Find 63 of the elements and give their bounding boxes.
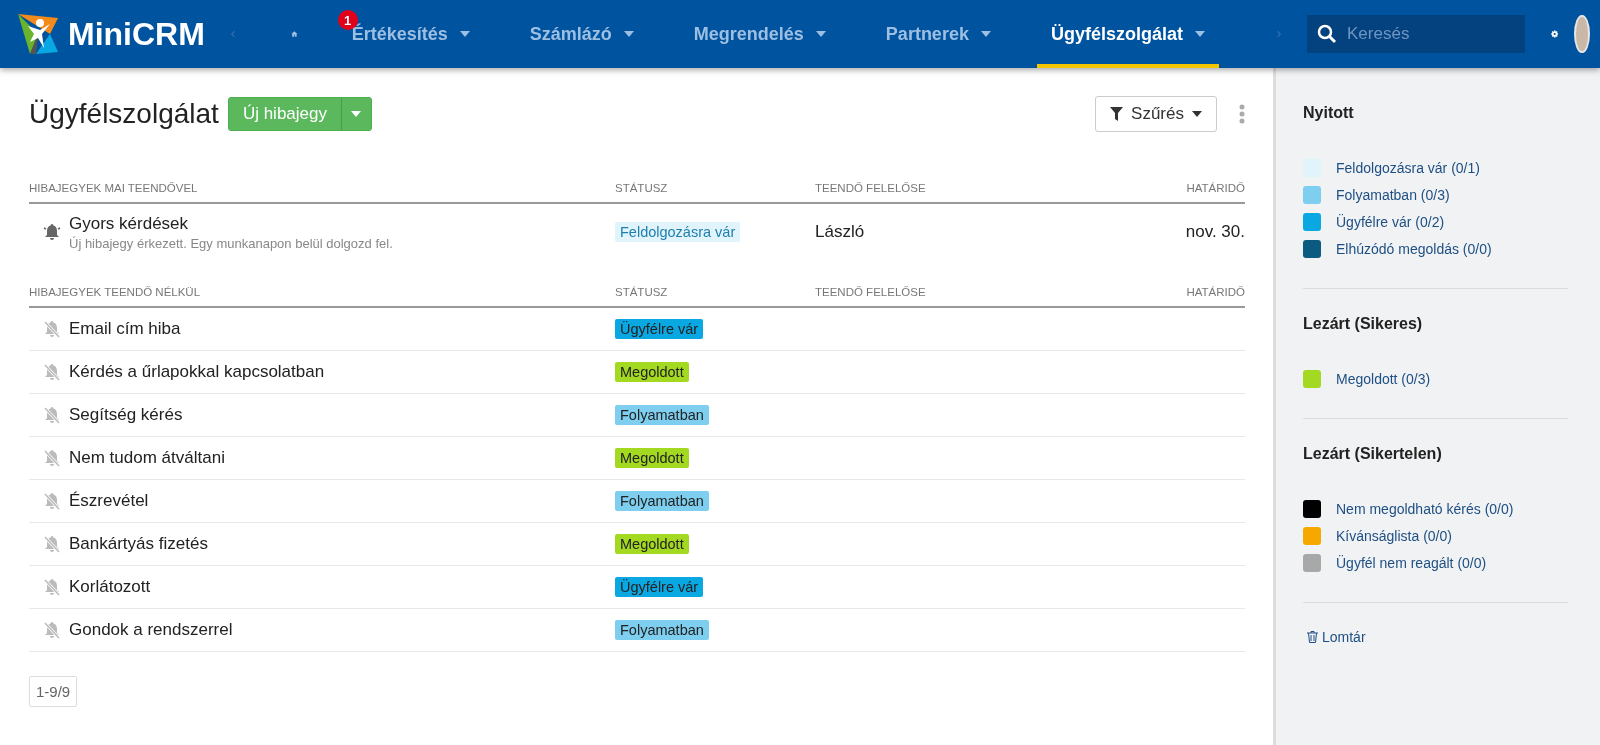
caret-icon [815, 31, 826, 37]
status-tag: Folyamatban [615, 491, 709, 511]
caret-icon [1192, 111, 1202, 117]
caret-icon [351, 111, 362, 117]
ticket-title[interactable]: Email cím hiba [69, 319, 181, 339]
status-tag: Ügyfélre vár [615, 319, 704, 339]
status-tag: Folyamatban [615, 620, 709, 640]
caret-icon [623, 31, 634, 37]
more-options-icon[interactable] [1239, 104, 1245, 124]
status-link[interactable]: Nem megoldható kérés (0/0) [1336, 500, 1514, 517]
caret-icon [459, 31, 470, 37]
column-header: STÁTUSZ [615, 286, 668, 298]
status-tag: Megoldott [615, 448, 689, 468]
status-tag: Megoldott [615, 534, 689, 554]
column-header: HATÁRIDŐ [1186, 182, 1245, 194]
ticket-title[interactable]: Észrevétel [69, 491, 149, 511]
page-title: Ügyfélszolgálat [29, 98, 219, 130]
status-link[interactable]: Kívánságlista (0/0) [1336, 527, 1452, 544]
status-tag: Folyamatban [615, 405, 709, 425]
ticket-title[interactable]: Bankártyás fizetés [69, 534, 208, 554]
group-heading: Lezárt (Sikeres) [1303, 315, 1424, 333]
pagination-info: 1-9/9 [29, 676, 78, 707]
status-link[interactable]: Feldolgozásra vár (0/1) [1336, 159, 1480, 176]
column-header: TEENDŐ FELELŐSE [815, 182, 926, 194]
nav-tab[interactable]: Számlázó [515, 0, 648, 68]
group-heading: Nyitott [1303, 104, 1355, 122]
ticket-title[interactable]: Gyors kérdések [69, 213, 393, 234]
brand-name: MiniCRM [68, 15, 205, 53]
status-link[interactable]: Megoldott (0/3) [1336, 370, 1431, 387]
status-tag: Megoldott [615, 362, 689, 382]
status-tag: Ügyfélre vár [615, 577, 704, 597]
column-header: HIBAJEGYEK TEENDŐ NÉLKÜL [29, 286, 201, 298]
trash-link[interactable]: Lomtár [1303, 629, 1366, 645]
ticket-title[interactable]: Kérdés a űrlapokkal kapcsolatban [69, 362, 325, 382]
search-field[interactable]: Keresés [1307, 15, 1526, 53]
status-link[interactable]: Folyamatban (0/3) [1336, 186, 1450, 203]
caret-icon [1194, 31, 1205, 37]
logo-icon [16, 12, 60, 56]
status-link[interactable]: Ügyfél nem reagált (0/0) [1336, 554, 1487, 571]
owner-name: László [815, 222, 865, 242]
user-avatar[interactable] [1574, 15, 1590, 53]
column-header: TEENDŐ FELELŐSE [815, 286, 926, 298]
nav-tab[interactable]: Partnerek [871, 0, 1005, 68]
caret-icon [980, 31, 991, 37]
ticket-title[interactable]: Gondok a rendszerrel [69, 620, 233, 640]
ticket-note: Új hibajegy érkezett. Egy munkanapon belül dolgozd fel. [69, 235, 393, 251]
group-heading: Lezárt (Sikertelen) [1303, 445, 1443, 463]
nav-tab[interactable]: Megrendelés [679, 0, 840, 68]
ticket-title[interactable]: Korlátozott [69, 577, 151, 597]
trash-icon [1307, 631, 1318, 643]
status-tag: Feldolgozásra vár [615, 222, 741, 242]
column-header: HATÁRIDŐ [1186, 286, 1245, 298]
status-link[interactable]: Ügyfélre vár (0/2) [1336, 213, 1445, 230]
ticket-title[interactable]: Nem tudom átváltani [69, 448, 225, 468]
nav-tab[interactable]: Ügyfélszolgálat [1036, 0, 1219, 68]
ticket-title[interactable]: Segítség kérés [69, 405, 183, 425]
column-header: HIBAJEGYEK MAI TEENDŐVEL [29, 182, 198, 194]
search-icon [1317, 24, 1338, 44]
filter-button[interactable]: Szűrés [1095, 96, 1217, 132]
deadline-date: nov. 30. [1185, 222, 1245, 242]
column-header: STÁTUSZ [615, 182, 668, 194]
status-link[interactable]: Elhúzódó megoldás (0/0) [1336, 240, 1492, 257]
filter-icon [1110, 107, 1124, 121]
